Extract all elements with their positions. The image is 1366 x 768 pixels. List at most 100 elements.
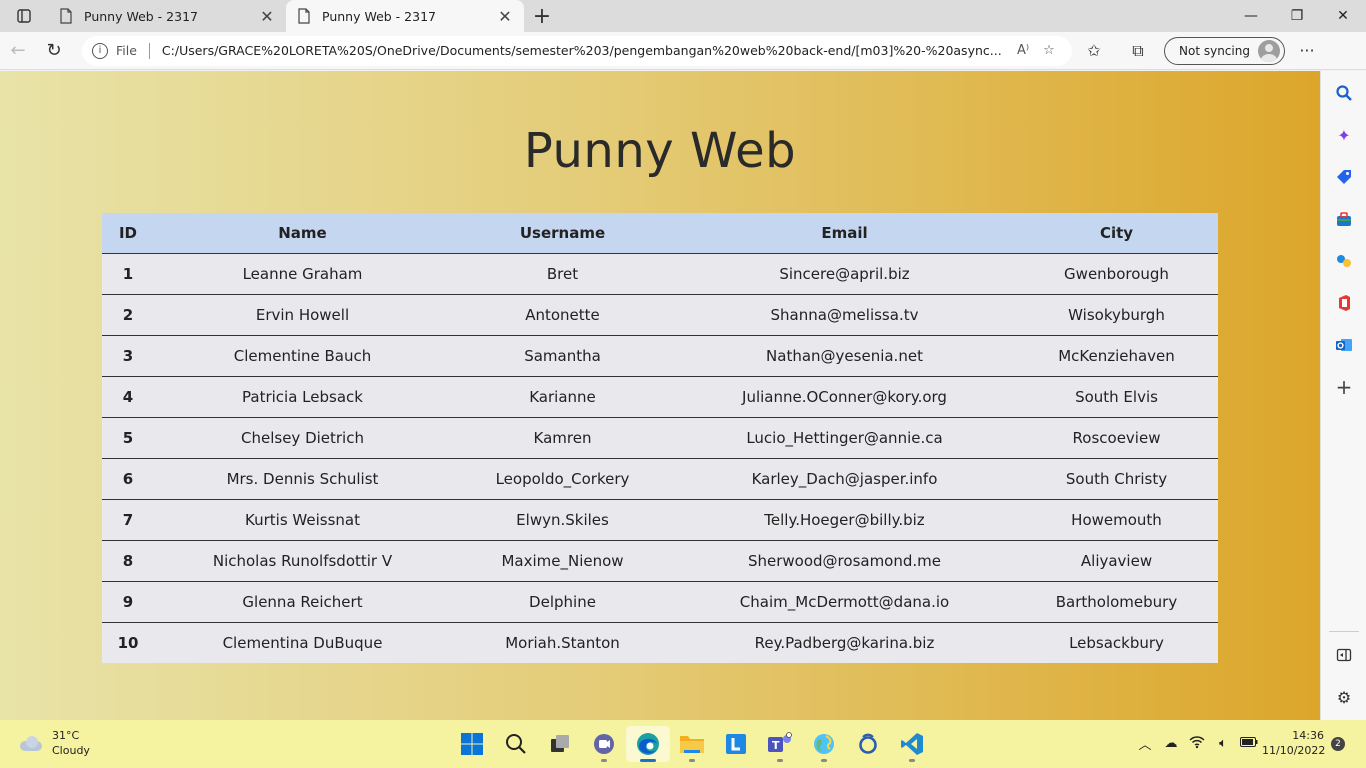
restore-button[interactable]: ❐ xyxy=(1274,0,1320,32)
table-row: 3 Clementine Bauch Samantha Nathan@yesen… xyxy=(102,335,1218,377)
header-city: City xyxy=(1015,213,1218,254)
tab-title: Punny Web - 2317 xyxy=(84,8,198,24)
globe-icon xyxy=(814,734,834,754)
notification-badge[interactable]: 2 xyxy=(1331,737,1345,751)
tab-actions-button[interactable] xyxy=(0,0,48,32)
cell-email: Julianne.OConner@kory.org xyxy=(674,376,1015,418)
start-button[interactable] xyxy=(450,726,494,762)
url-text[interactable]: C:/Users/GRACE%20LORETA%20S/OneDrive/Doc… xyxy=(162,43,1010,58)
cell-name: Nicholas Runolfsdottir V xyxy=(154,540,451,582)
battery-icon[interactable] xyxy=(1236,736,1262,751)
back-button[interactable]: ← xyxy=(0,35,36,67)
edge-button[interactable] xyxy=(626,726,670,762)
cell-email: Lucio_Hettinger@annie.ca xyxy=(674,417,1015,459)
cell-city: South Christy xyxy=(1015,458,1218,500)
close-window-button[interactable]: ✕ xyxy=(1320,0,1366,32)
cell-name: Chelsey Dietrich xyxy=(154,417,451,459)
running-indicator xyxy=(821,759,827,762)
chevron-up-icon[interactable]: ︿ xyxy=(1132,734,1158,753)
teams-icon: T xyxy=(768,732,792,752)
refresh-button[interactable]: ↻ xyxy=(36,35,72,67)
add-icon[interactable]: + xyxy=(1334,375,1354,399)
ring-icon xyxy=(859,733,877,754)
cell-name: Clementina DuBuque xyxy=(154,622,451,663)
cell-id: 9 xyxy=(102,581,154,623)
more-icon: ··· xyxy=(1299,41,1315,60)
page-title: Punny Web xyxy=(523,123,797,179)
running-indicator xyxy=(689,759,695,762)
tools-icon[interactable] xyxy=(1334,209,1354,229)
weather-widget[interactable]: 31°C Cloudy xyxy=(18,728,90,758)
tab-strip: Punny Web - 2317 ✕ Punny Web - 2317 ✕ + … xyxy=(0,0,1366,32)
cortana-button[interactable] xyxy=(846,726,890,762)
info-icon[interactable]: i xyxy=(92,42,108,59)
office-icon[interactable] xyxy=(1334,293,1354,313)
cell-email: Sincere@april.biz xyxy=(674,253,1015,295)
clock[interactable]: 14:36 11/10/2022 xyxy=(1262,728,1325,758)
page-icon xyxy=(298,8,310,24)
profile-button[interactable]: Not syncing xyxy=(1164,36,1285,65)
vscode-button[interactable] xyxy=(890,726,934,762)
cell-city: South Elvis xyxy=(1015,376,1218,418)
header-name: Name xyxy=(154,213,451,254)
favorites-icon: ✩ xyxy=(1087,41,1101,60)
shopping-tag-icon[interactable] xyxy=(1334,167,1354,187)
teams-button[interactable]: T xyxy=(758,726,802,762)
settings-gear-icon[interactable]: ⚙ xyxy=(1334,687,1354,707)
cell-id: 4 xyxy=(102,376,154,418)
read-aloud-icon[interactable]: A⁾ xyxy=(1010,43,1036,58)
cell-id: 7 xyxy=(102,499,154,541)
cell-email: Rey.Padberg@karina.biz xyxy=(674,622,1015,663)
wifi-icon[interactable] xyxy=(1184,735,1210,753)
games-icon[interactable] xyxy=(1334,251,1354,271)
cell-city: Aliyaview xyxy=(1015,540,1218,582)
cell-id: 5 xyxy=(102,417,154,459)
plus-icon: + xyxy=(532,3,552,29)
search-button[interactable] xyxy=(494,726,538,762)
cell-name: Ervin Howell xyxy=(154,294,451,336)
hide-sidebar-icon[interactable] xyxy=(1334,645,1354,665)
cell-name: Patricia Lebsack xyxy=(154,376,451,418)
sparkle-icon[interactable]: ✦ xyxy=(1334,125,1354,145)
l-app-button[interactable] xyxy=(714,726,758,762)
minimize-button[interactable]: — xyxy=(1228,0,1274,32)
outlook-icon[interactable] xyxy=(1334,335,1354,355)
address-bar[interactable]: i File C:/Users/GRACE%20LORETA%20S/OneDr… xyxy=(82,35,1072,66)
table-row: 2 Ervin Howell Antonette Shanna@melissa.… xyxy=(102,294,1218,336)
close-icon[interactable]: ✕ xyxy=(496,7,514,26)
favorites-button[interactable]: ✩ xyxy=(1072,35,1116,67)
close-icon[interactable]: ✕ xyxy=(258,7,276,26)
new-tab-button[interactable]: + xyxy=(524,0,560,32)
onedrive-cloud-icon[interactable]: ☁ xyxy=(1158,736,1184,751)
header-username: Username xyxy=(451,213,674,254)
teams-chat-button[interactable] xyxy=(582,726,626,762)
vscode-icon xyxy=(901,733,923,755)
chat-icon xyxy=(594,734,614,754)
running-indicator xyxy=(777,759,783,762)
settings-menu-button[interactable]: ··· xyxy=(1285,35,1329,67)
collections-icon: ⧉ xyxy=(1132,40,1144,60)
window-controls: — ❐ ✕ xyxy=(1228,0,1366,32)
task-view-button[interactable] xyxy=(538,726,582,762)
table-row: 7 Kurtis Weissnat Elwyn.Skiles Telly.Hoe… xyxy=(102,499,1218,541)
search-icon[interactable] xyxy=(1334,83,1354,103)
file-explorer-button[interactable] xyxy=(670,726,714,762)
maps-button[interactable] xyxy=(802,726,846,762)
taskbar-apps: T xyxy=(450,726,934,762)
cell-email: Shanna@melissa.tv xyxy=(674,294,1015,336)
svg-text:T: T xyxy=(772,739,780,752)
tab-title: Punny Web - 2317 xyxy=(322,8,436,24)
table-row: 10 Clementina DuBuque Moriah.Stanton Rey… xyxy=(102,622,1218,663)
tab-2[interactable]: Punny Web - 2317 ✕ xyxy=(286,0,524,32)
cell-email: Sherwood@rosamond.me xyxy=(674,540,1015,582)
cell-username: Kamren xyxy=(451,417,674,459)
collections-button[interactable]: ⧉ xyxy=(1116,35,1160,67)
cell-city: Gwenborough xyxy=(1015,253,1218,295)
tab-1[interactable]: Punny Web - 2317 ✕ xyxy=(48,0,286,32)
cell-id: 3 xyxy=(102,335,154,377)
header-email: Email xyxy=(674,213,1015,254)
sidebar-divider xyxy=(1329,631,1359,632)
volume-icon[interactable]: 🔈︎ xyxy=(1210,736,1236,751)
cell-city: Lebsackbury xyxy=(1015,622,1218,663)
add-favorite-icon[interactable]: ☆ xyxy=(1036,43,1062,58)
